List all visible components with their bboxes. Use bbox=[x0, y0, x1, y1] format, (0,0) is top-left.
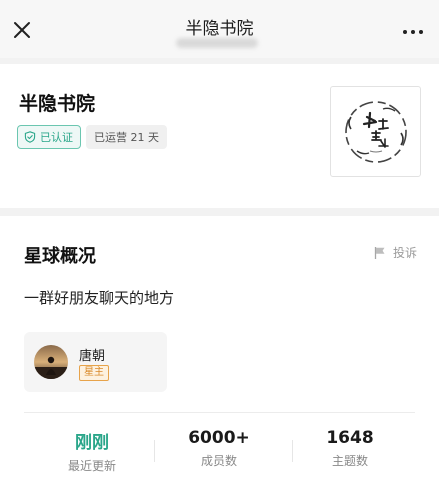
group-logo[interactable] bbox=[330, 86, 421, 177]
overview-card: 星球概况 投诉 一群好朋友聊天的地方 唐朝 星主 刚刚 最近更新 6000+ 成… bbox=[0, 216, 439, 500]
group-logo-image bbox=[344, 100, 407, 163]
stats-row: 刚刚 最近更新 6000+ 成员数 1648 主题数 bbox=[0, 428, 439, 478]
divider bbox=[24, 412, 415, 413]
stat-value: 刚刚 bbox=[75, 433, 109, 453]
stat-label: 成员数 bbox=[200, 454, 237, 468]
stat-topics: 1648 主题数 bbox=[277, 428, 423, 469]
shield-check-icon bbox=[24, 131, 36, 143]
verified-label: 已认证 bbox=[40, 131, 73, 144]
avatar bbox=[34, 345, 68, 379]
group-name: 半隐书院 bbox=[19, 93, 96, 115]
owner-card[interactable]: 唐朝 星主 bbox=[24, 332, 167, 392]
flag-icon bbox=[374, 246, 385, 259]
page-title: 半隐书院 bbox=[185, 19, 254, 39]
report-label: 投诉 bbox=[392, 246, 417, 260]
owner-role-badge: 星主 bbox=[79, 365, 109, 381]
stat-last-update: 刚刚 最近更新 bbox=[19, 428, 165, 474]
operating-days-badge: 已运营 21 天 bbox=[86, 125, 167, 149]
more-dots-icon[interactable] bbox=[403, 30, 423, 34]
stat-label: 最近更新 bbox=[67, 459, 116, 473]
group-description: 一群好朋友聊天的地方 bbox=[24, 289, 175, 307]
owner-name: 唐朝 bbox=[79, 349, 106, 364]
blurred-subtitle bbox=[176, 38, 258, 48]
report-button[interactable]: 投诉 bbox=[373, 244, 417, 261]
stat-label: 主题数 bbox=[331, 454, 368, 468]
verified-badge[interactable]: 已认证 bbox=[17, 125, 81, 149]
stat-value: 1648 bbox=[326, 428, 374, 448]
stat-members: 6000+ 成员数 bbox=[146, 428, 292, 469]
nav-bar: 半隐书院 bbox=[0, 0, 439, 58]
group-header-card: 半隐书院 已认证 已运营 21 天 bbox=[0, 64, 439, 208]
stat-value: 6000+ bbox=[188, 428, 250, 448]
overview-title: 星球概况 bbox=[24, 246, 96, 267]
